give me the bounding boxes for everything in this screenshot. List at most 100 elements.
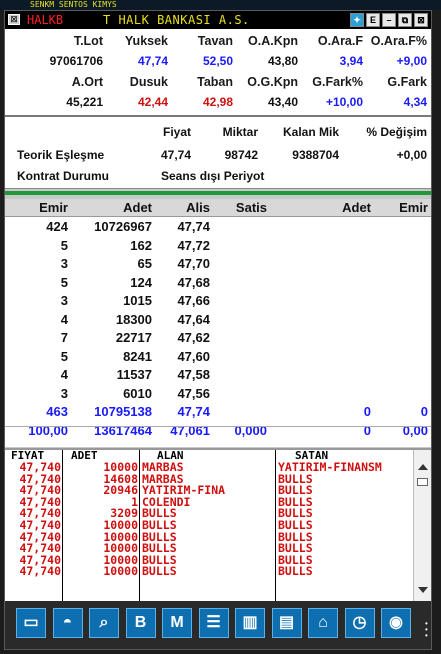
- close-button[interactable]: ⊠: [414, 13, 428, 27]
- depth-row[interactable]: 5 162 47,72: [5, 237, 431, 255]
- value-ogkpn: 43,40: [267, 95, 298, 109]
- document-icon[interactable]: ▤: [271, 608, 302, 638]
- trade-row[interactable]: 47,740 3209 BULLS BULLS: [5, 508, 413, 520]
- trade-price: 47,740: [19, 520, 61, 532]
- depth-row[interactable]: 4 11537 47,58: [5, 366, 431, 384]
- trade-buyer: MARBAS: [142, 462, 184, 474]
- trades-list[interactable]: 47,740 10000 MARBAS YATIRIM-FINANSM 47,740 14…: [5, 462, 413, 602]
- trade-buyer: BULLS: [142, 543, 177, 555]
- depth-row[interactable]: 424 10726967 47,74: [5, 218, 431, 236]
- trade-seller: BULLS: [278, 566, 313, 578]
- value-oaraf: 3,94: [339, 54, 363, 68]
- theo-header-miktar: Miktar: [222, 125, 258, 139]
- trade-row[interactable]: 47,740 10000 BULLS BULLS: [5, 520, 413, 532]
- bid-price: 47,68: [177, 274, 210, 290]
- bid-quantity: 162: [130, 237, 152, 253]
- trade-quantity: 20946: [103, 485, 138, 497]
- trade-quantity: 10000: [103, 520, 138, 532]
- bid-price: 47,58: [177, 367, 210, 382]
- value-tlot: 97061706: [49, 54, 103, 68]
- status-bar-green: [5, 191, 431, 195]
- bid-price: 47,70: [177, 256, 210, 271]
- twitter-icon[interactable]: ✦: [350, 13, 364, 27]
- globe-icon[interactable]: ◓: [52, 608, 83, 638]
- minimize-button[interactable]: –: [382, 13, 396, 27]
- depth-total-row: 463 10795138 47,74 0 0: [5, 403, 431, 421]
- trade-row[interactable]: 47,740 10000 BULLS BULLS: [5, 532, 413, 544]
- trade-quantity: 14608: [103, 473, 138, 486]
- trade-row[interactable]: 47,740 10000 BULLS BULLS: [5, 555, 413, 567]
- trade-row[interactable]: 47,740 1 COLENDI BULLS: [5, 497, 413, 509]
- value-gfark: 4,34: [403, 95, 427, 109]
- trade-row[interactable]: 47,740 10000 BULLS BULLS: [5, 543, 413, 555]
- bid-order-count: 4: [60, 311, 68, 327]
- trade-row[interactable]: 47,740 14608 MARBAS BULLS: [5, 474, 413, 486]
- depth-row[interactable]: 4 18300 47,64: [5, 311, 431, 329]
- quote-value-row-1: 97061706 47,74 52,50 43,80 3,94 +9,00: [5, 51, 431, 71]
- system-menu-icon[interactable]: ⊠: [8, 14, 20, 25]
- value-dusuk: 42,44: [137, 95, 168, 109]
- value-oakpn: 43,80: [267, 54, 298, 68]
- trade-row[interactable]: 47,740 20946 YATIRIM-FINA BULLS: [5, 485, 413, 497]
- clock-icon[interactable]: ◷: [344, 608, 375, 638]
- title-bar[interactable]: ⊠ HALKB T HALK BANKASI A.S. ✦ E – ⧉ ⊠: [5, 11, 431, 29]
- restore-button[interactable]: ⧉: [398, 13, 412, 27]
- trade-buyer: BULLS: [142, 566, 177, 578]
- depth-header-emir-ask: Emir: [399, 200, 428, 215]
- bid-price: 47,62: [177, 330, 210, 345]
- bid-order-count: 7: [60, 330, 68, 345]
- trade-price: 47,740: [19, 508, 61, 520]
- depth-header-satis: Satis: [235, 200, 267, 215]
- total-value: 0: [420, 404, 428, 419]
- depth-row[interactable]: 3 6010 47,56: [5, 385, 431, 403]
- trade-buyer: MARBAS: [142, 473, 184, 486]
- trade-price: 47,740: [19, 566, 61, 578]
- scroll-up-icon[interactable]: [418, 464, 428, 470]
- background-ticker: SENKM SENTOS KIMYS: [0, 0, 441, 10]
- theo-miktar: 98742: [224, 148, 258, 162]
- trade-seller: BULLS: [278, 543, 313, 555]
- bid-quantity: 11537: [116, 367, 152, 382]
- depth-row[interactable]: 5 8241 47,60: [5, 348, 431, 366]
- trade-buyer: COLENDI: [142, 496, 191, 509]
- chart-search-icon[interactable]: ⌕: [89, 608, 119, 638]
- value-taban: 42,98: [202, 95, 233, 109]
- trade-buyer: YATIRIM-FINA: [142, 485, 226, 497]
- toolbar-grip-icon[interactable]: • • •: [425, 620, 428, 640]
- value-aort: 45,221: [66, 95, 103, 109]
- list-icon[interactable]: ☰: [198, 608, 229, 638]
- e-button[interactable]: E: [366, 13, 380, 27]
- m-icon[interactable]: M: [162, 608, 192, 638]
- trade-row[interactable]: 47,740 10000 MARBAS YATIRIM-FINANSM: [5, 462, 413, 474]
- monitor-icon[interactable]: ▭: [16, 608, 46, 638]
- trade-row[interactable]: 47,740 10000 BULLS BULLS: [5, 566, 413, 578]
- header-tavan: Tavan: [197, 34, 233, 48]
- depth-row[interactable]: 3 65 47,70: [5, 255, 431, 273]
- trades-header-alan: ALAN: [157, 449, 184, 462]
- trades-header-satan: SATAN: [295, 449, 329, 462]
- value-oaraf-pct: +9,00: [396, 54, 427, 68]
- b-icon[interactable]: B: [125, 608, 156, 638]
- depth-row[interactable]: 5 124 47,68: [5, 274, 431, 292]
- scroll-thumb[interactable]: [417, 478, 428, 486]
- bid-price: 47,64: [177, 311, 210, 327]
- trades-scrollbar[interactable]: [413, 450, 431, 602]
- trade-quantity: 1: [131, 496, 138, 509]
- summary-value: 0,000: [234, 422, 267, 438]
- browser-icon[interactable]: ◉: [381, 608, 411, 638]
- depth-row[interactable]: 3 1015 47,66: [5, 292, 431, 310]
- bid-quantity: 22717: [115, 330, 152, 345]
- home-money-icon[interactable]: ⌂: [308, 608, 338, 638]
- trade-seller: BULLS: [278, 485, 313, 497]
- trade-quantity: 10000: [103, 462, 138, 474]
- depth-row[interactable]: 7 22717 47,62: [5, 329, 431, 347]
- trade-quantity: 10000: [103, 531, 138, 544]
- depth-table: Emir Adet Alis Satis Adet Emir 424 107269…: [5, 199, 431, 447]
- trade-seller: BULLS: [278, 473, 313, 486]
- header-oaraf-pct: O.Ara.F%: [370, 34, 427, 48]
- bid-price: 47,72: [177, 237, 210, 253]
- bottom-toolbar: • • • ▭ ◓ ⌕ B M ☰ ▥ ▤ ⌂ ◷ ◉: [5, 601, 431, 649]
- scroll-down-icon[interactable]: [418, 587, 428, 593]
- theo-header-degisim: % Değişim: [366, 125, 427, 139]
- bar-chart-icon[interactable]: ▥: [235, 608, 265, 638]
